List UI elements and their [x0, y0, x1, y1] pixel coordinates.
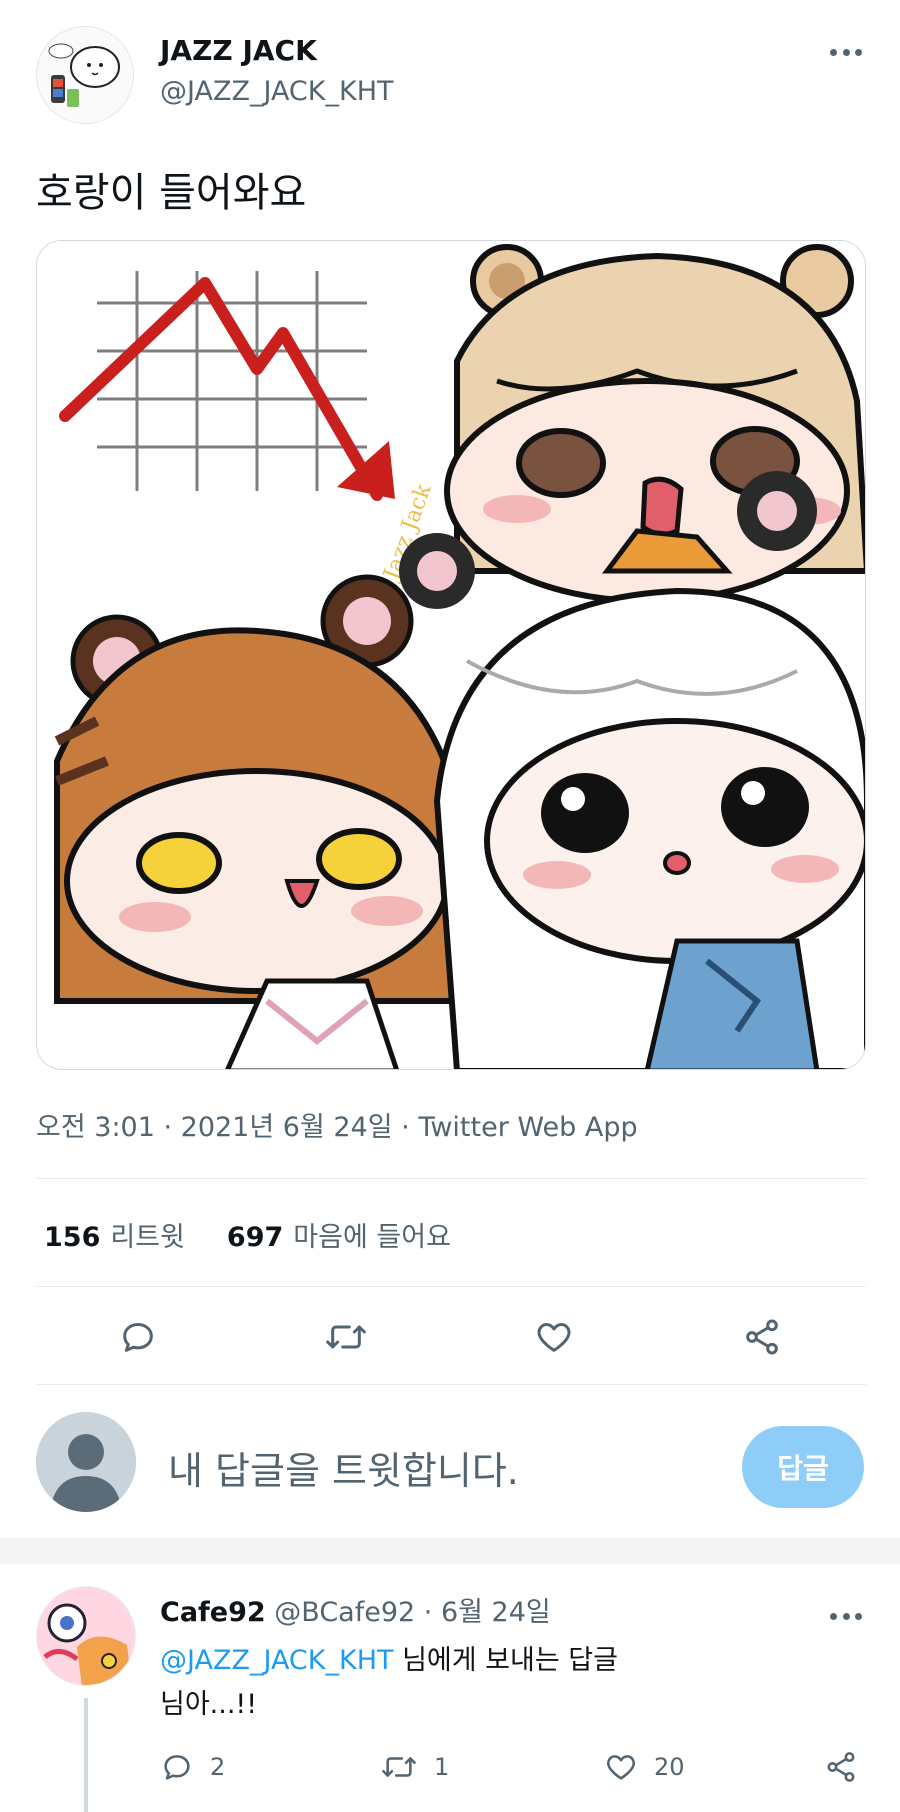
- reply-retweet-count: 1: [434, 1753, 450, 1781]
- tweet-stats: 156 리트윗 697 마음에 들어요: [44, 1215, 451, 1254]
- tweet-actions: [36, 1305, 866, 1369]
- more-icon[interactable]: [826, 40, 866, 64]
- like-label: 마음에 들어요: [293, 1222, 451, 1253]
- share-icon: [827, 1752, 855, 1782]
- tweet-header: JAZZ JACK @JAZZ_JACK_KHT: [36, 26, 866, 124]
- tweet-media-image[interactable]: Jazz Jack: [36, 240, 866, 1070]
- comment-bubble-icon: [164, 1755, 190, 1780]
- reply-submit-button[interactable]: 답글: [742, 1426, 864, 1508]
- section-separator: [0, 1538, 900, 1564]
- reply-more-icon[interactable]: [826, 1604, 866, 1628]
- heart-icon: [537, 1323, 571, 1352]
- reply-header: Cafe92 @BCafe92 · 6월 24일: [160, 1590, 551, 1629]
- divider: [36, 1384, 866, 1385]
- author-name[interactable]: JAZZ JACK: [160, 34, 317, 67]
- author-avatar[interactable]: [36, 26, 134, 124]
- divider: [36, 1286, 866, 1287]
- reply-reply-button[interactable]: 2: [160, 1750, 225, 1784]
- reply-compose-bar: 내 답글을 트윗합니다. 답글: [0, 1400, 900, 1538]
- retweet-label: 리트윗: [110, 1222, 185, 1253]
- retweet-stat[interactable]: 156 리트윗: [44, 1215, 185, 1254]
- reply-tweet[interactable]: Cafe92 @BCafe92 · 6월 24일 @JAZZ_JACK_KHT …: [0, 1564, 900, 1812]
- reply-input[interactable]: 내 답글을 트윗합니다.: [168, 1440, 519, 1495]
- reply-like-count: 20: [654, 1753, 685, 1781]
- divider: [36, 1178, 866, 1179]
- user-avatar: [36, 1412, 136, 1512]
- reply-like-button[interactable]: 20: [604, 1750, 685, 1784]
- reply-date[interactable]: · 6월 24일: [424, 1597, 551, 1628]
- thread-connector-line: [84, 1698, 88, 1812]
- retweet-arrows-icon: [382, 1757, 416, 1777]
- reply-retweet-button[interactable]: 1: [380, 1750, 449, 1784]
- like-stat[interactable]: 697 마음에 들어요: [227, 1215, 451, 1254]
- reply-reply-count: 2: [210, 1753, 226, 1781]
- retweet-button[interactable]: [318, 1309, 374, 1365]
- reply-text: 님아...!!: [160, 1689, 258, 1720]
- reply-mention-link[interactable]: @JAZZ_JACK_KHT: [160, 1645, 394, 1676]
- share-icon: [746, 1319, 778, 1355]
- replying-to-suffix: 님에게 보내는 답글: [393, 1645, 618, 1676]
- replying-to-line: @JAZZ_JACK_KHT 님에게 보내는 답글: [160, 1638, 618, 1677]
- share-button[interactable]: [734, 1309, 790, 1365]
- reply-button[interactable]: [110, 1309, 166, 1365]
- reply-author-avatar[interactable]: [36, 1586, 136, 1686]
- retweet-arrows-icon: [326, 1325, 366, 1349]
- comment-bubble-icon: [123, 1323, 153, 1352]
- retweet-count: 156: [44, 1222, 101, 1253]
- reply-author-name[interactable]: Cafe92: [160, 1597, 266, 1628]
- tweet-text: 호랑이 들어와요: [36, 170, 307, 216]
- reply-share-button[interactable]: [824, 1750, 858, 1784]
- tweet-timestamp-source[interactable]: 오전 3:01 · 2021년 6월 24일 · Twitter Web App: [36, 1105, 638, 1144]
- author-handle[interactable]: @JAZZ_JACK_KHT: [160, 76, 394, 107]
- reply-author-handle[interactable]: @BCafe92: [274, 1597, 415, 1628]
- reply-actions: 2 1 20: [160, 1750, 880, 1798]
- heart-icon: [607, 1755, 635, 1780]
- like-button[interactable]: [526, 1309, 582, 1365]
- like-count: 697: [226, 1222, 284, 1253]
